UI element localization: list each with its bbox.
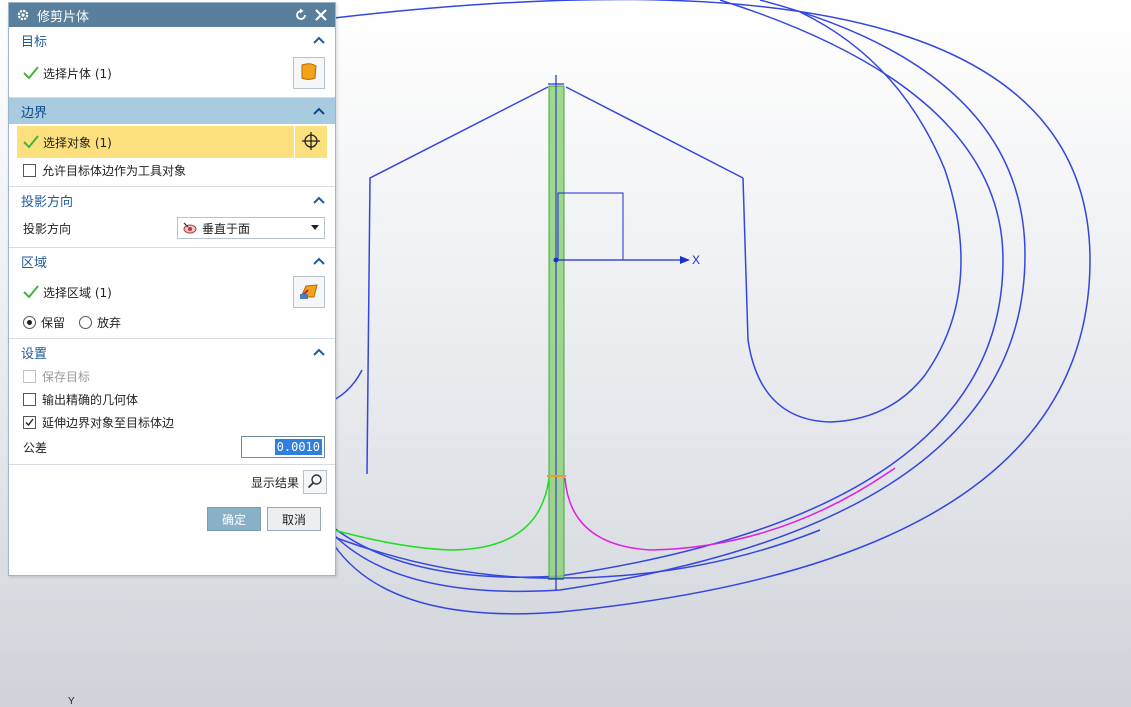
extend-boundary-row[interactable]: 延伸边界对象至目标体边 bbox=[9, 411, 335, 434]
normal-to-face-icon bbox=[182, 221, 198, 235]
magnifier-icon bbox=[307, 473, 323, 492]
exact-geometry-label: 输出精确的几何体 bbox=[42, 393, 139, 407]
select-sheet-label: 选择片体 (1) bbox=[43, 66, 112, 81]
select-object-button[interactable] bbox=[294, 126, 327, 158]
region-section-title: 区域 bbox=[21, 255, 48, 271]
projection-direction-value: 垂直于面 bbox=[202, 221, 251, 236]
region-section: 区域 选择区域 (1) 保留 放弃 bbox=[9, 248, 335, 339]
projection-section-title: 投影方向 bbox=[21, 194, 74, 210]
x-axis-label: X bbox=[692, 253, 701, 267]
tolerance-label: 公差 bbox=[23, 440, 48, 455]
projection-direction-row: 投影方向 垂直于面 bbox=[9, 213, 335, 243]
region-option-row: 保留 放弃 bbox=[9, 310, 335, 334]
dialog-titlebar[interactable]: 修剪片体 bbox=[9, 3, 335, 27]
tolerance-value: 0.0010 bbox=[274, 439, 322, 455]
settings-section-header[interactable]: 设置 bbox=[9, 339, 335, 365]
outer-arc-1 bbox=[333, 0, 1091, 615]
trim-sheet-dialog: 修剪片体 目标 选择片体 (1) 边界 选择对象 (1) 允许目标体边作为工具对… bbox=[8, 2, 336, 576]
chevron-down-icon bbox=[310, 225, 320, 231]
save-target-label: 保存目标 bbox=[42, 370, 91, 384]
csys-box bbox=[557, 192, 624, 261]
exact-geometry-row[interactable]: 输出精确的几何体 bbox=[9, 388, 335, 411]
projection-direction-dropdown[interactable]: 垂直于面 bbox=[177, 217, 325, 239]
select-object-label: 选择对象 (1) bbox=[43, 135, 112, 150]
target-section-header[interactable]: 目标 bbox=[9, 27, 335, 53]
projection-direction-label: 投影方向 bbox=[23, 221, 72, 236]
select-region-button[interactable] bbox=[293, 276, 325, 308]
region-select-row: 选择区域 (1) bbox=[9, 274, 335, 310]
show-result-row: 显示结果 bbox=[9, 465, 335, 499]
outer-arc-2 bbox=[333, 0, 1026, 593]
exact-geometry-checkbox[interactable] bbox=[23, 393, 36, 406]
discard-label: 放弃 bbox=[97, 315, 122, 330]
boundary-select-row[interactable]: 选择对象 (1) bbox=[17, 126, 327, 158]
chevron-up-icon[interactable] bbox=[313, 195, 325, 205]
target-select-row: 选择片体 (1) bbox=[9, 53, 335, 93]
dialog-title: 修剪片体 bbox=[37, 9, 90, 25]
boundary-section: 边界 选择对象 (1) 允许目标体边作为工具对象 bbox=[9, 98, 335, 187]
projection-section: 投影方向 投影方向 垂直于面 bbox=[9, 187, 335, 248]
chevron-up-icon[interactable] bbox=[313, 347, 325, 357]
ok-button[interactable]: 确定 bbox=[207, 507, 261, 531]
tolerance-input[interactable]: 0.0010 bbox=[241, 436, 325, 458]
outer-arc-3 bbox=[333, 0, 1004, 578]
keep-label: 保留 bbox=[41, 315, 66, 330]
region-section-header[interactable]: 区域 bbox=[9, 248, 335, 274]
discard-radio[interactable] bbox=[79, 315, 93, 329]
house-outline-right bbox=[565, 86, 744, 179]
target-section: 目标 选择片体 (1) bbox=[9, 27, 335, 98]
keep-radio[interactable] bbox=[23, 315, 36, 329]
boundary-section-title: 边界 bbox=[21, 105, 48, 121]
left-arc bbox=[333, 369, 363, 401]
x-axis-arrow bbox=[680, 256, 690, 264]
checkmark-icon bbox=[23, 66, 39, 80]
crosshair-icon bbox=[301, 131, 321, 154]
sheet-body-icon bbox=[298, 61, 320, 86]
boundary-section-header[interactable]: 边界 bbox=[9, 98, 335, 124]
house-outline bbox=[366, 86, 549, 475]
chevron-up-icon[interactable] bbox=[313, 106, 325, 116]
show-result-button[interactable] bbox=[303, 470, 327, 494]
reset-icon[interactable] bbox=[293, 7, 309, 23]
select-sheet-button[interactable] bbox=[293, 57, 325, 89]
allow-target-edge-checkbox[interactable] bbox=[23, 163, 36, 177]
projection-section-header[interactable]: 投影方向 bbox=[9, 187, 335, 213]
y-axis-label: Y bbox=[68, 696, 75, 707]
settings-section-title: 设置 bbox=[21, 346, 48, 362]
select-region-label: 选择区域 (1) bbox=[43, 285, 112, 300]
save-target-row: 保存目标 bbox=[9, 365, 335, 388]
save-target-checkbox bbox=[23, 370, 36, 383]
green-curve bbox=[333, 477, 550, 551]
target-section-title: 目标 bbox=[21, 34, 48, 50]
checkmark-icon bbox=[23, 285, 39, 299]
cancel-button[interactable]: 取消 bbox=[267, 507, 321, 531]
settings-section: 设置 保存目标 输出精确的几何体 延伸边界对象至目标体边 公差 0.0010 bbox=[9, 339, 335, 465]
extend-boundary-label: 延伸边界对象至目标体边 bbox=[42, 416, 175, 430]
checkmark-icon bbox=[23, 135, 39, 149]
show-result-label: 显示结果 bbox=[250, 475, 299, 490]
tolerance-row: 公差 0.0010 bbox=[9, 434, 335, 460]
allow-target-edge-row[interactable]: 允许目标体边作为工具对象 bbox=[9, 158, 335, 182]
dialog-footer: 确定 取消 bbox=[9, 499, 335, 539]
extend-boundary-checkbox[interactable] bbox=[23, 416, 36, 429]
chevron-up-icon[interactable] bbox=[313, 35, 325, 45]
region-icon bbox=[298, 280, 320, 305]
gear-icon[interactable] bbox=[15, 7, 31, 23]
csys-origin bbox=[553, 257, 559, 263]
close-icon[interactable] bbox=[313, 7, 329, 23]
allow-target-edge-label: 允许目标体边作为工具对象 bbox=[42, 163, 187, 178]
chevron-up-icon[interactable] bbox=[313, 256, 325, 266]
